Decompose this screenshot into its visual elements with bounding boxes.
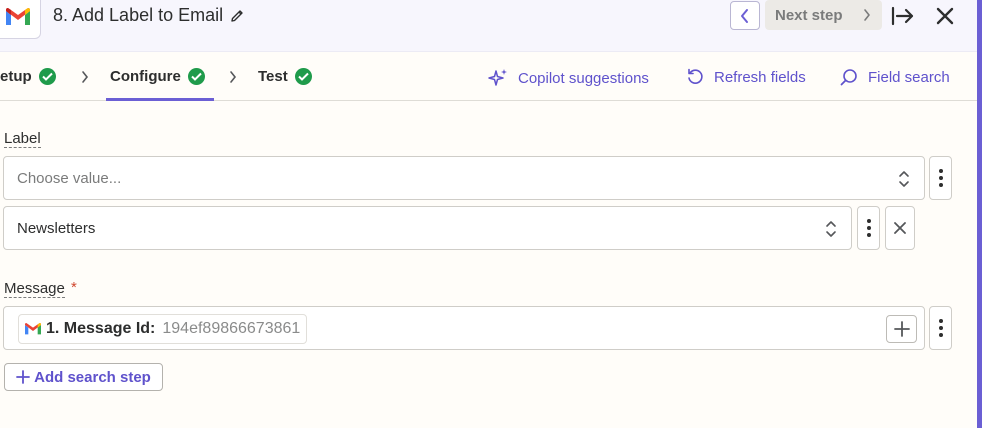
dot bbox=[938, 169, 943, 173]
pencil-icon[interactable] bbox=[229, 8, 245, 24]
active-tab-indicator bbox=[106, 98, 214, 101]
next-step-button[interactable]: Next step bbox=[765, 0, 882, 30]
gmail-logo-icon bbox=[25, 323, 41, 335]
gmail-logo-icon bbox=[5, 7, 30, 25]
label-select[interactable]: Choose value... bbox=[3, 156, 925, 200]
search-icon bbox=[840, 69, 857, 86]
dot bbox=[866, 219, 871, 223]
close-button[interactable] bbox=[932, 3, 958, 29]
refresh-icon bbox=[688, 68, 703, 84]
check-circle-icon bbox=[294, 68, 312, 85]
tab-setup-label: Setup bbox=[0, 68, 32, 85]
dot bbox=[866, 233, 871, 237]
tab-configure[interactable]: Configure bbox=[110, 68, 205, 85]
gmail-app-icon bbox=[0, 0, 41, 39]
token-value: 194ef89866673861 bbox=[162, 320, 301, 337]
dot bbox=[938, 176, 943, 180]
next-step-label: Next step bbox=[775, 6, 843, 24]
background-strip bbox=[982, 0, 991, 428]
copilot-suggestions-button[interactable]: Copilot suggestions bbox=[488, 68, 649, 88]
chevron-up-down-icon bbox=[826, 221, 836, 237]
token-label: 1. Message Id: bbox=[46, 320, 156, 337]
tab-setup[interactable]: Setup bbox=[0, 68, 56, 85]
message-options-menu-button[interactable] bbox=[929, 306, 952, 350]
refresh-fields-button[interactable]: Refresh fields bbox=[686, 68, 806, 86]
step-header: 8. Add Label to Email Next step bbox=[0, 0, 977, 52]
field-search-label: Field search bbox=[868, 68, 950, 86]
remove-label-value-button[interactable] bbox=[885, 206, 915, 250]
dot bbox=[938, 333, 943, 337]
step-title-text: 8. Add Label to Email bbox=[53, 5, 224, 25]
chevron-left-icon bbox=[741, 8, 748, 23]
label-value-options-menu-button[interactable] bbox=[857, 206, 880, 250]
label-value-select[interactable]: Newsletters bbox=[3, 206, 852, 250]
chevron-up-down-icon bbox=[899, 171, 909, 187]
tab-test-label: Test bbox=[258, 68, 288, 85]
plus-icon bbox=[893, 321, 910, 337]
label-field-label: Label bbox=[4, 130, 41, 148]
close-icon bbox=[936, 7, 954, 25]
add-search-step-label: Add search step bbox=[34, 368, 151, 386]
label-select-placeholder: Choose value... bbox=[17, 169, 122, 187]
label-selected-value: Newsletters bbox=[17, 219, 96, 237]
label-options-menu-button[interactable] bbox=[929, 156, 952, 200]
previous-step-button[interactable] bbox=[730, 1, 760, 30]
copilot-suggestions-label: Copilot suggestions bbox=[518, 69, 649, 87]
plus-icon bbox=[16, 370, 31, 384]
check-circle-icon bbox=[187, 68, 205, 85]
chevron-right-icon bbox=[228, 70, 238, 89]
dot bbox=[866, 226, 871, 230]
arrow-right-to-bar-icon bbox=[891, 6, 914, 26]
step-tabs: Setup Configure Test Copilot suggestions bbox=[0, 52, 977, 101]
field-search-button[interactable]: Field search bbox=[840, 68, 950, 86]
message-field-label: Message bbox=[4, 280, 65, 298]
expand-panel-button[interactable] bbox=[889, 3, 917, 29]
refresh-fields-label: Refresh fields bbox=[714, 68, 806, 86]
add-search-step-button[interactable]: Add search step bbox=[4, 363, 163, 391]
dot bbox=[938, 183, 943, 187]
insert-data-button[interactable] bbox=[886, 315, 917, 343]
dot bbox=[938, 326, 943, 330]
required-marker: * bbox=[71, 279, 77, 296]
sparkle-icon bbox=[488, 69, 507, 86]
close-icon bbox=[894, 222, 906, 234]
check-circle-icon bbox=[38, 68, 56, 85]
tab-configure-label: Configure bbox=[110, 68, 181, 85]
chevron-right-icon bbox=[864, 9, 870, 21]
tab-test[interactable]: Test bbox=[258, 68, 312, 85]
step-title[interactable]: 8. Add Label to Email bbox=[53, 5, 245, 26]
message-id-token[interactable]: 1. Message Id: 194ef89866673861 bbox=[18, 314, 308, 344]
chevron-right-icon bbox=[80, 70, 90, 89]
dot bbox=[938, 319, 943, 323]
